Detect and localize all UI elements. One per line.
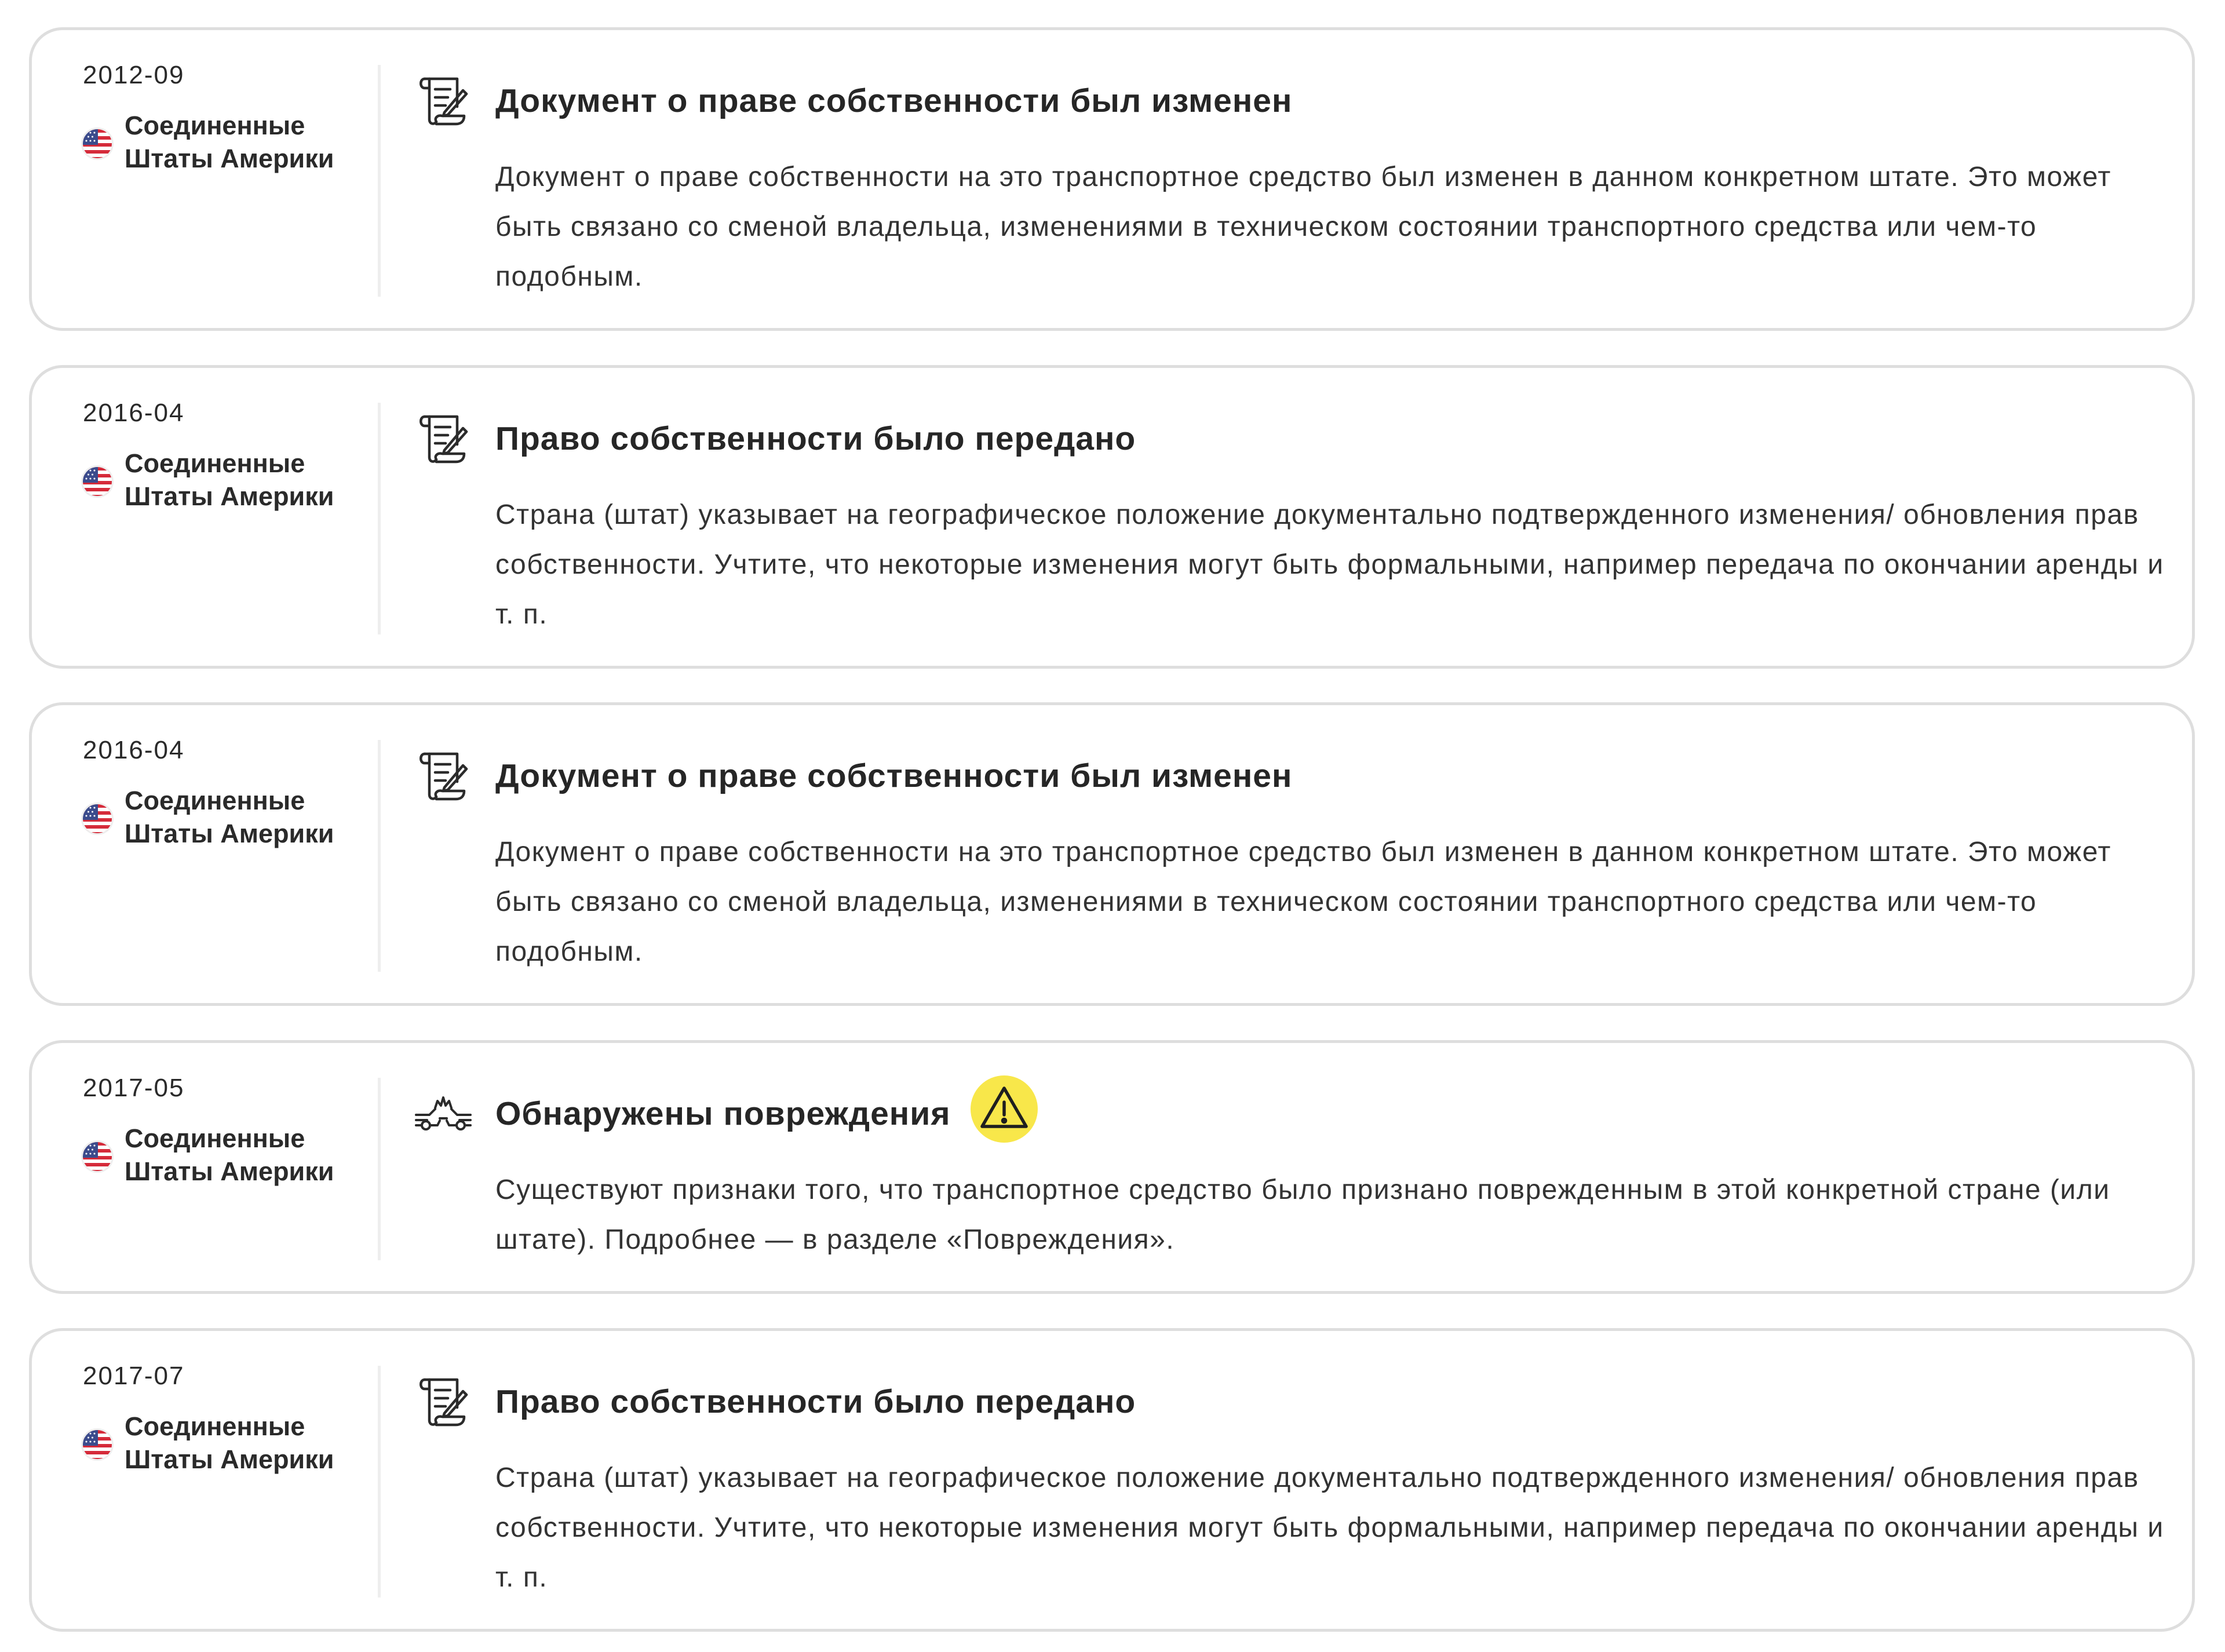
event-date: 2017-07 [83,1362,185,1390]
title-document-icon [414,409,472,466]
card-divider [378,1078,381,1260]
event-title: Право собственности было передано [495,420,1136,457]
country-name: Соединенные Штаты Америки [125,111,334,173]
country-name: Соединенные Штаты Америки [125,1412,334,1474]
event-date: 2016-04 [83,736,185,764]
event-date: 2017-05 [83,1074,185,1102]
card-divider [378,740,381,972]
event-title: Обнаружены повреждения [495,1095,951,1132]
card-divider [378,1366,381,1598]
history-event-card: 2017-05 Соединенные Штаты Америки Обнару… [29,1040,2195,1294]
us-flag-icon [83,1142,112,1171]
title-document-icon [414,71,472,129]
country-name: Соединенные Штаты Америки [125,786,334,848]
title-document-icon [414,746,472,804]
event-meta: 2016-04 Соединенные Штаты Америки [83,736,378,848]
event-meta: 2012-09 Соединенные Штаты Америки [83,61,378,173]
event-title: Документ о праве собственности был измен… [495,757,1293,794]
event-description: Существуют признаки того, что транспортн… [495,1175,2110,1255]
us-flag-icon [83,804,112,833]
title-document-icon [414,1372,472,1429]
event-meta: 2016-04 Соединенные Штаты Америки [83,399,378,511]
event-meta: 2017-05 Соединенные Штаты Америки [83,1074,378,1186]
event-description: Документ о праве собственности на это тр… [495,837,2111,967]
history-event-card: 2016-04 Соединенные Штаты Америки Право … [29,365,2195,669]
warning-triangle-icon[interactable] [971,1075,1038,1143]
event-title: Право собственности было передано [495,1383,1136,1420]
event-description: Документ о праве собственности на это тр… [495,162,2111,292]
card-divider [378,65,381,297]
history-event-card: 2017-07 Соединенные Штаты Америки Право … [29,1328,2195,1632]
event-meta: 2017-07 Соединенные Штаты Америки [83,1362,378,1474]
history-event-card: 2012-09 Соединенные Штаты Америки Докуме… [29,27,2195,331]
event-date: 2016-04 [83,399,185,427]
country-name: Соединенные Штаты Америки [125,1124,334,1186]
history-event-card: 2016-04 Соединенные Штаты Америки Докуме… [29,702,2195,1006]
card-divider [378,403,381,634]
history-event-list: 2012-09 Соединенные Штаты Америки Докуме… [0,0,2225,1652]
country-name: Соединенные Штаты Америки [125,448,334,511]
us-flag-icon [83,1430,112,1459]
event-title: Документ о праве собственности был измен… [495,82,1293,119]
car-crash-icon [414,1084,472,1142]
event-description: Страна (штат) указывает на географическо… [495,499,2164,630]
event-description: Страна (штат) указывает на географическо… [495,1463,2164,1593]
us-flag-icon [83,467,112,496]
event-date: 2012-09 [83,61,185,89]
us-flag-icon [83,129,112,158]
